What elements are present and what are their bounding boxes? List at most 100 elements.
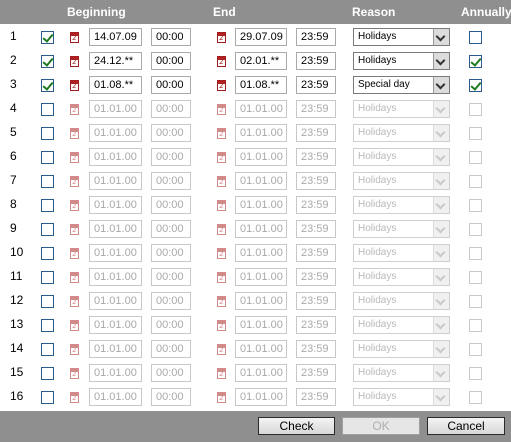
begin-time-field[interactable]: 00:00 — [151, 316, 191, 334]
chevron-down-icon[interactable] — [433, 389, 449, 405]
annually-checkbox[interactable] — [469, 55, 482, 68]
end-time-field[interactable]: 23:59 — [296, 316, 336, 334]
chevron-down-icon[interactable] — [433, 101, 449, 117]
end-time-field[interactable]: 23:59 — [296, 148, 336, 166]
annually-checkbox[interactable] — [469, 79, 482, 92]
calendar-icon[interactable] — [217, 392, 226, 403]
end-date-field[interactable]: 01.01.00 — [235, 196, 287, 214]
calendar-icon[interactable] — [70, 344, 79, 355]
end-time-field[interactable]: 23:59 — [296, 268, 336, 286]
annually-checkbox[interactable] — [469, 271, 482, 284]
end-time-field[interactable]: 23:59 — [296, 172, 336, 190]
calendar-icon[interactable] — [70, 272, 79, 283]
begin-time-field[interactable]: 00:00 — [151, 124, 191, 142]
begin-time-field[interactable]: 00:00 — [151, 172, 191, 190]
begin-date-field[interactable]: 01.01.00 — [89, 220, 142, 238]
row-enable-checkbox[interactable] — [41, 103, 54, 116]
calendar-icon[interactable] — [217, 296, 226, 307]
chevron-down-icon[interactable] — [433, 197, 449, 213]
begin-date-field[interactable]: 01.01.00 — [89, 316, 142, 334]
calendar-icon[interactable] — [70, 128, 79, 139]
begin-time-field[interactable]: 00:00 — [151, 100, 191, 118]
end-date-field[interactable]: 01.01.00 — [235, 220, 287, 238]
row-enable-checkbox[interactable] — [41, 151, 54, 164]
begin-date-field[interactable]: 01.08.** — [89, 76, 142, 94]
calendar-icon[interactable] — [217, 152, 226, 163]
calendar-icon[interactable] — [217, 128, 226, 139]
begin-date-field[interactable]: 01.01.00 — [89, 100, 142, 118]
calendar-icon[interactable] — [217, 272, 226, 283]
end-time-field[interactable]: 23:59 — [296, 340, 336, 358]
calendar-icon[interactable] — [217, 104, 226, 115]
annually-checkbox[interactable] — [469, 151, 482, 164]
end-date-field[interactable]: 02.01.** — [235, 52, 287, 70]
begin-time-field[interactable]: 00:00 — [151, 196, 191, 214]
end-time-field[interactable]: 23:59 — [296, 388, 336, 406]
chevron-down-icon[interactable] — [433, 365, 449, 381]
annually-checkbox[interactable] — [469, 391, 482, 404]
row-enable-checkbox[interactable] — [41, 271, 54, 284]
begin-date-field[interactable]: 01.01.00 — [89, 172, 142, 190]
reason-select[interactable]: Holidays — [353, 316, 450, 334]
reason-select[interactable]: Holidays — [353, 196, 450, 214]
reason-select[interactable]: Holidays — [353, 220, 450, 238]
calendar-icon[interactable] — [70, 80, 79, 91]
calendar-icon[interactable] — [70, 368, 79, 379]
calendar-icon[interactable] — [70, 200, 79, 211]
annually-checkbox[interactable] — [469, 31, 482, 44]
row-enable-checkbox[interactable] — [41, 127, 54, 140]
chevron-down-icon[interactable] — [433, 269, 449, 285]
begin-time-field[interactable]: 00:00 — [151, 28, 191, 46]
reason-select[interactable]: Holidays — [353, 124, 450, 142]
annually-checkbox[interactable] — [469, 199, 482, 212]
begin-date-field[interactable]: 01.01.00 — [89, 148, 142, 166]
reason-select[interactable]: Holidays — [353, 244, 450, 262]
begin-date-field[interactable]: 01.01.00 — [89, 244, 142, 262]
end-time-field[interactable]: 23:59 — [296, 100, 336, 118]
chevron-down-icon[interactable] — [433, 125, 449, 141]
calendar-icon[interactable] — [217, 32, 226, 43]
row-enable-checkbox[interactable] — [41, 175, 54, 188]
chevron-down-icon[interactable] — [433, 317, 449, 333]
cancel-button[interactable]: Cancel — [427, 417, 505, 435]
calendar-icon[interactable] — [70, 152, 79, 163]
end-date-field[interactable]: 01.01.00 — [235, 244, 287, 262]
begin-time-field[interactable]: 00:00 — [151, 364, 191, 382]
row-enable-checkbox[interactable] — [41, 79, 54, 92]
begin-time-field[interactable]: 00:00 — [151, 220, 191, 238]
reason-select[interactable]: Holidays — [353, 52, 450, 70]
annually-checkbox[interactable] — [469, 103, 482, 116]
end-time-field[interactable]: 23:59 — [296, 76, 336, 94]
calendar-icon[interactable] — [70, 224, 79, 235]
begin-date-field[interactable]: 24.12.** — [89, 52, 142, 70]
end-date-field[interactable]: 01.08.** — [235, 76, 287, 94]
begin-time-field[interactable]: 00:00 — [151, 76, 191, 94]
ok-button[interactable]: OK — [342, 417, 420, 435]
begin-date-field[interactable]: 01.01.00 — [89, 124, 142, 142]
calendar-icon[interactable] — [70, 248, 79, 259]
row-enable-checkbox[interactable] — [41, 247, 54, 260]
calendar-icon[interactable] — [217, 248, 226, 259]
begin-time-field[interactable]: 00:00 — [151, 388, 191, 406]
end-date-field[interactable]: 01.01.00 — [235, 316, 287, 334]
end-time-field[interactable]: 23:59 — [296, 196, 336, 214]
chevron-down-icon[interactable] — [433, 341, 449, 357]
annually-checkbox[interactable] — [469, 247, 482, 260]
begin-date-field[interactable]: 01.01.00 — [89, 388, 142, 406]
end-time-field[interactable]: 23:59 — [296, 124, 336, 142]
annually-checkbox[interactable] — [469, 295, 482, 308]
row-enable-checkbox[interactable] — [41, 31, 54, 44]
annually-checkbox[interactable] — [469, 343, 482, 356]
calendar-icon[interactable] — [70, 296, 79, 307]
chevron-down-icon[interactable] — [433, 53, 449, 69]
annually-checkbox[interactable] — [469, 127, 482, 140]
end-date-field[interactable]: 01.01.00 — [235, 148, 287, 166]
end-date-field[interactable]: 29.07.09 — [235, 28, 287, 46]
begin-time-field[interactable]: 00:00 — [151, 244, 191, 262]
calendar-icon[interactable] — [217, 56, 226, 67]
reason-select[interactable]: Special day — [353, 76, 450, 94]
end-date-field[interactable]: 01.01.00 — [235, 388, 287, 406]
calendar-icon[interactable] — [217, 80, 226, 91]
reason-select[interactable]: Holidays — [353, 100, 450, 118]
end-date-field[interactable]: 01.01.00 — [235, 172, 287, 190]
